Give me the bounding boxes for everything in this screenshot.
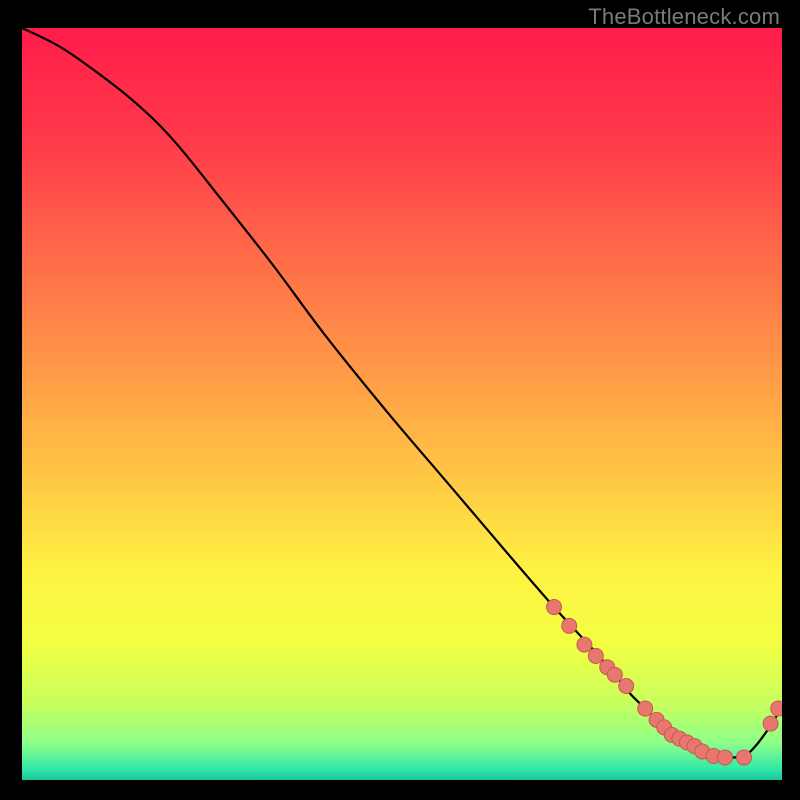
fit-marker — [638, 701, 653, 716]
fit-marker — [547, 600, 562, 615]
fit-marker — [588, 648, 603, 663]
fit-marker — [577, 637, 592, 652]
chart-stage: TheBottleneck.com — [0, 0, 800, 800]
fit-marker — [619, 679, 634, 694]
fit-marker — [562, 618, 577, 633]
watermark-text: TheBottleneck.com — [588, 4, 780, 30]
fit-marker — [607, 667, 622, 682]
fit-marker — [771, 701, 786, 716]
fit-marker — [763, 716, 778, 731]
gradient-background — [22, 28, 782, 780]
bottleneck-chart — [0, 0, 800, 800]
fit-marker — [737, 750, 752, 765]
fit-marker — [718, 750, 733, 765]
